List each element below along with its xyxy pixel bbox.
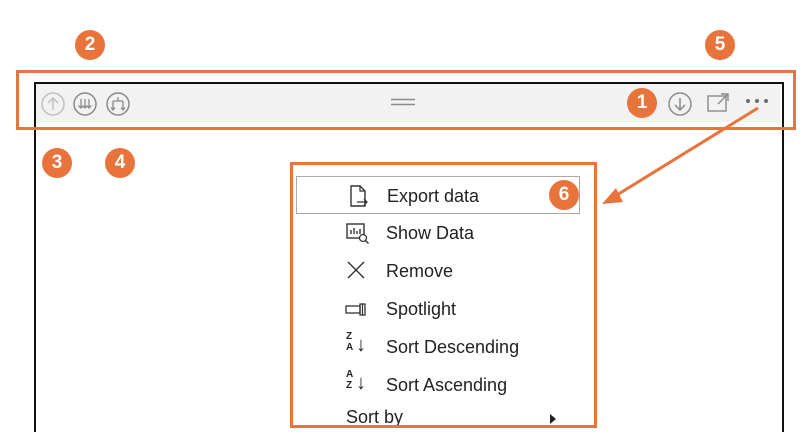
callout-arrow <box>602 106 759 204</box>
badge-2: 2 <box>75 30 105 60</box>
badge-6: 6 <box>549 180 579 210</box>
badge-3: 3 <box>42 148 72 178</box>
badge-4: 4 <box>105 148 135 178</box>
badge-5: 5 <box>705 30 735 60</box>
badge-1: 1 <box>627 88 657 118</box>
